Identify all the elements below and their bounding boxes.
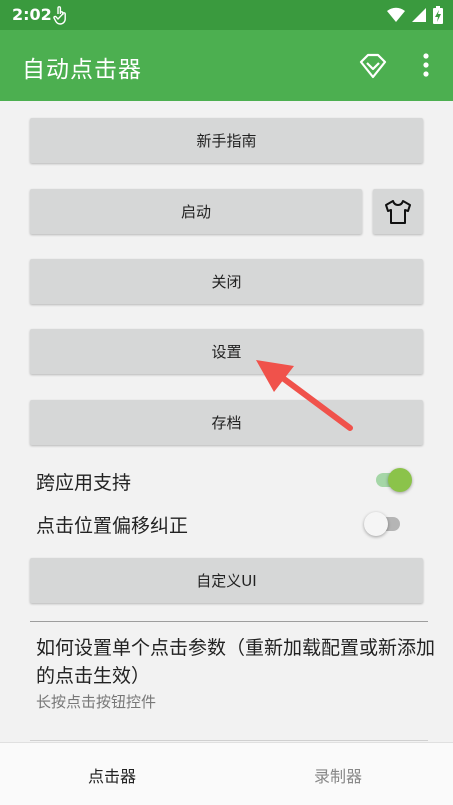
info-subtitle: 长按点击按钮控件 — [36, 693, 157, 711]
signal-icon — [412, 8, 426, 22]
guide-button[interactable]: 新手指南 — [30, 118, 423, 163]
diamond-icon[interactable] — [358, 52, 388, 80]
status-time: 2:02 — [12, 5, 52, 24]
battery-icon — [433, 6, 443, 24]
divider — [30, 621, 428, 622]
divider — [30, 740, 428, 741]
wifi-icon — [387, 7, 405, 23]
touch-hand-icon — [53, 6, 66, 25]
custom-ui-button[interactable]: 自定义UI — [30, 558, 423, 603]
close-button[interactable]: 关闭 — [30, 259, 423, 304]
arrow-annotation — [256, 360, 353, 431]
theme-button[interactable] — [373, 189, 423, 234]
offset-correction-switch[interactable] — [362, 510, 404, 538]
settings-button[interactable]: 设置 — [30, 329, 423, 374]
switch-thumb — [388, 468, 412, 492]
more-options-icon[interactable] — [414, 50, 438, 80]
nav-tab-recorder[interactable]: 录制器 — [314, 763, 362, 787]
offset-correction-label: 点击位置偏移纠正 — [36, 515, 189, 537]
cross-app-support-switch[interactable] — [372, 466, 414, 494]
cross-app-support-label: 跨应用支持 — [36, 472, 132, 494]
archive-button[interactable]: 存档 — [30, 400, 423, 445]
nav-tab-clicker[interactable]: 点击器 — [88, 763, 136, 787]
app-title: 自动点击器 — [22, 57, 142, 83]
info-title: 如何设置单个点击参数（重新加载配置或新添加的点击生效） — [36, 637, 436, 687]
start-button[interactable]: 启动 — [30, 189, 362, 234]
bottom-nav: 点击器 录制器 — [0, 742, 453, 805]
switch-thumb — [364, 512, 388, 536]
app-bar: 自动点击器 — [0, 30, 453, 101]
status-bar: 2:02 — [0, 0, 453, 30]
shirt-icon — [385, 199, 411, 224]
